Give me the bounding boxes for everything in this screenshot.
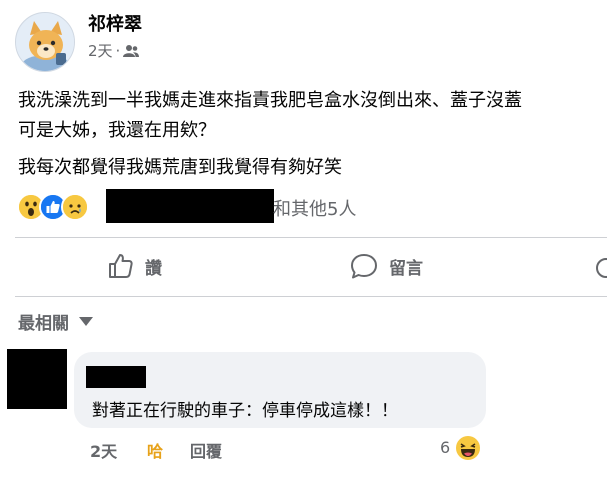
comment-sort-dropdown[interactable]: 最相關	[18, 309, 93, 334]
comment-reaction-count[interactable]: 6	[440, 438, 450, 457]
meta-separator: ·	[115, 41, 121, 60]
laugh-emoji-icon[interactable]	[454, 434, 482, 466]
reaction-icons[interactable]	[17, 193, 89, 221]
friends-icon[interactable]	[123, 44, 140, 58]
comment-text: 對著正在行駛的車子：停車停成這樣！！	[92, 401, 398, 421]
dog-avatar-image	[16, 13, 74, 71]
divider-bottom	[15, 296, 607, 297]
post-author-name[interactable]: 祁梓翠	[88, 10, 142, 36]
redacted-commenter-avatar[interactable]	[7, 349, 67, 409]
author-avatar[interactable]	[15, 12, 75, 72]
sad-emoji-icon	[61, 193, 89, 221]
comment-label: 留言	[389, 258, 423, 279]
post-text-line-1: 我洗澡洗到一半我媽走進來指責我肥皂盒水沒倒出來、蓋子沒蓋	[18, 90, 522, 111]
like-button[interactable]: 讚	[107, 252, 162, 280]
redacted-commenter-name[interactable]	[86, 366, 146, 388]
divider-top	[15, 237, 607, 238]
post-time[interactable]: 2天	[88, 40, 113, 61]
speech-bubble-icon	[349, 252, 379, 280]
redacted-reactor-names	[106, 189, 274, 223]
comment-button[interactable]: 留言	[349, 252, 423, 280]
post-text-line-2: 可是大姊，我還在用欸？	[18, 120, 216, 141]
like-label: 讚	[145, 258, 162, 279]
comment-reply-button[interactable]: 回覆	[190, 438, 222, 462]
sort-label: 最相關	[18, 314, 69, 334]
comment-time[interactable]: 2天	[90, 438, 117, 462]
post-text-line-3: 我每次都覺得我媽荒唐到我覺得有夠好笑	[18, 157, 342, 178]
post-meta: 2天 ·	[88, 40, 140, 61]
share-icon[interactable]	[596, 258, 607, 278]
reaction-others-count[interactable]: 和其他5人	[273, 195, 356, 221]
thumbs-up-icon	[107, 252, 135, 280]
chevron-down-icon	[79, 317, 93, 326]
comment-haha-button[interactable]: 哈	[147, 438, 163, 462]
